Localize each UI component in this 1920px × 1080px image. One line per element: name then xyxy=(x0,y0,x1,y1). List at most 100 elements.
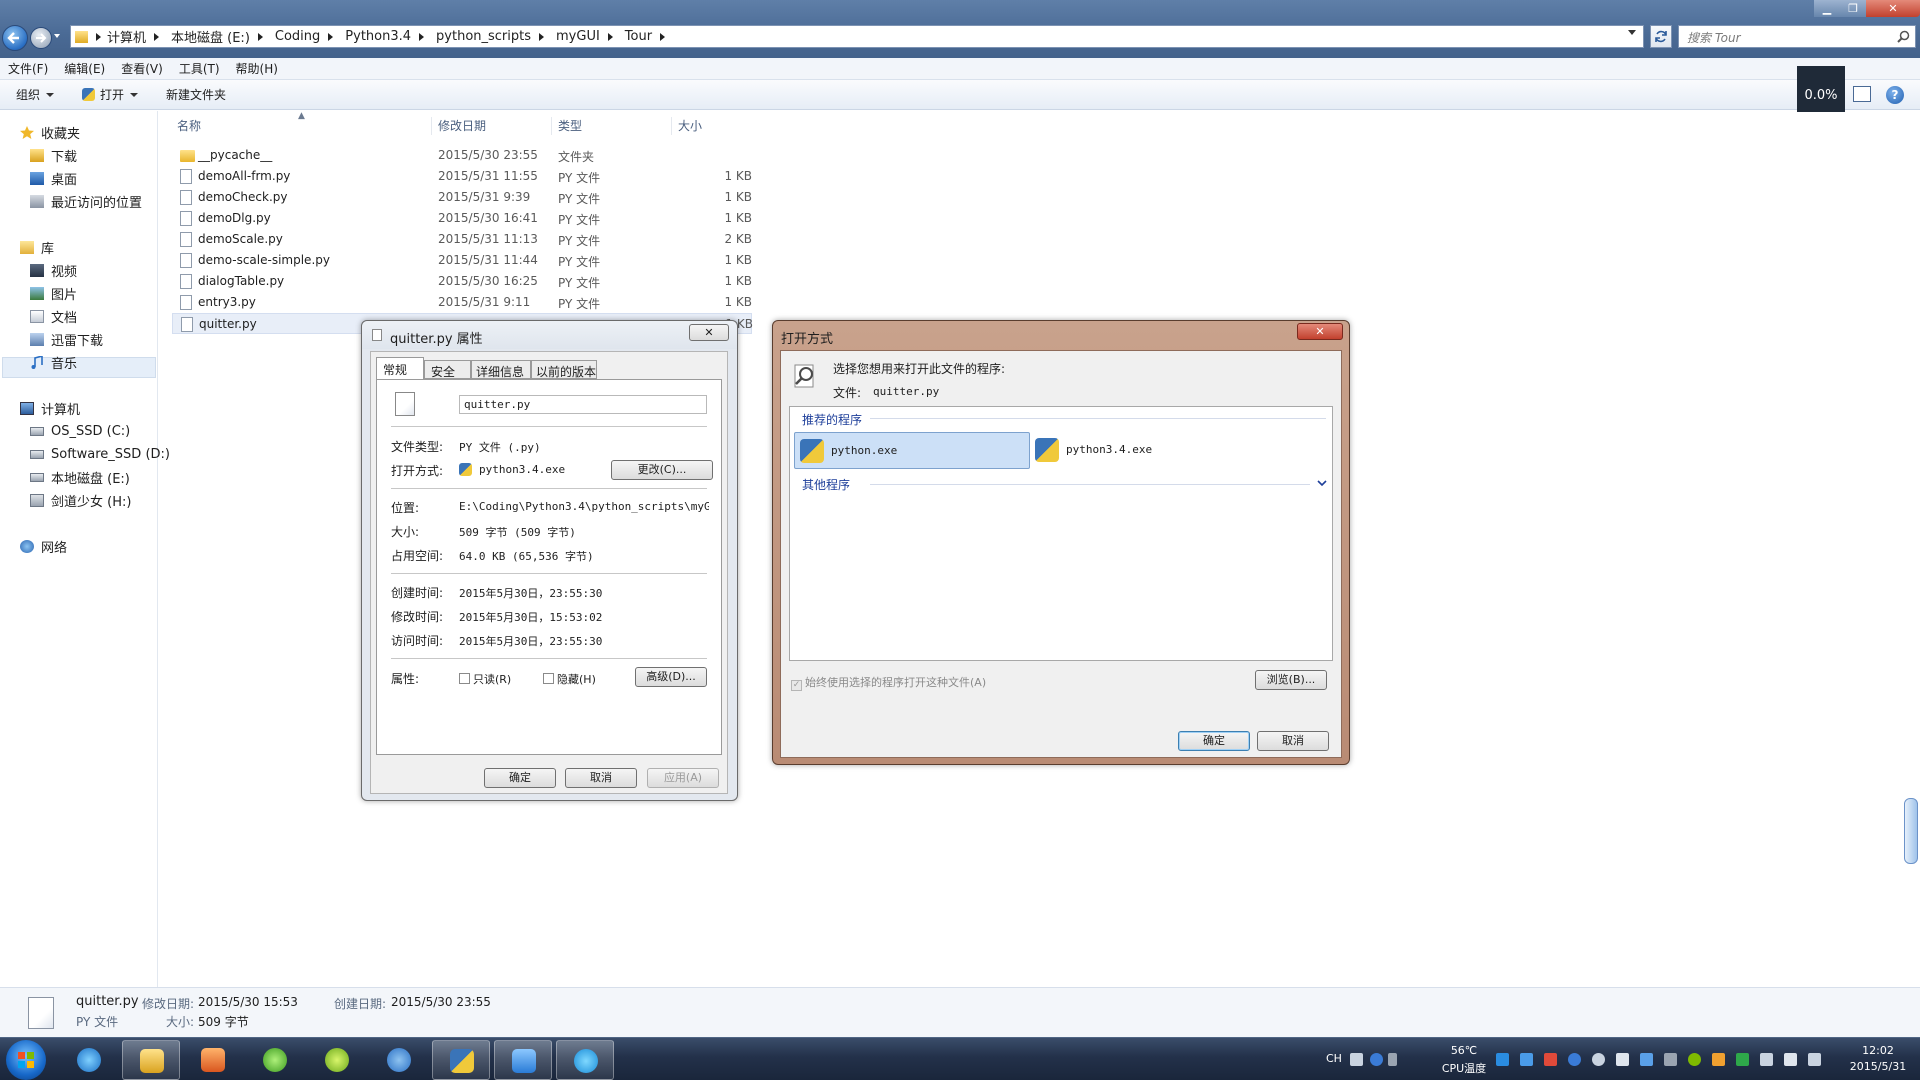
column-size[interactable]: 大小 xyxy=(671,117,751,135)
taskbar-ie[interactable] xyxy=(60,1040,118,1080)
breadcrumb-item[interactable]: python_scripts xyxy=(430,26,550,47)
history-dropdown-icon[interactable] xyxy=(54,34,60,38)
nav-music[interactable]: 音乐 xyxy=(30,352,77,372)
nav-network[interactable]: 网络 xyxy=(20,536,67,556)
file-row[interactable]: entry3.py 2015/5/31 9:11 PY 文件 1 KB xyxy=(172,292,752,313)
nav-libraries[interactable]: 库 xyxy=(20,237,54,257)
program-python[interactable]: python.exe xyxy=(794,432,1030,469)
menu-tools[interactable]: 工具(T) xyxy=(179,60,220,77)
close-button[interactable]: ✕ xyxy=(1866,0,1920,17)
breadcrumb-item[interactable]: Python3.4 xyxy=(339,26,430,47)
language-indicator[interactable]: CH xyxy=(1326,1052,1342,1065)
refresh-button[interactable] xyxy=(1650,25,1672,48)
tray-app-icon[interactable] xyxy=(1496,1053,1509,1066)
breadcrumb-item[interactable]: 本地磁盘 (E:) xyxy=(165,26,269,47)
tray-app-icon[interactable] xyxy=(1688,1053,1701,1066)
start-button[interactable] xyxy=(6,1040,46,1080)
volume-icon[interactable] xyxy=(1784,1053,1797,1066)
maximize-button[interactable]: ❐ xyxy=(1840,0,1866,17)
taskbar-media-player[interactable] xyxy=(184,1040,242,1080)
taskbar-python[interactable] xyxy=(432,1040,490,1080)
file-row[interactable]: demoDlg.py 2015/5/30 16:41 PY 文件 1 KB xyxy=(172,208,752,229)
readonly-checkbox[interactable]: 只读(R) xyxy=(459,671,511,687)
address-dropdown-icon[interactable] xyxy=(1628,30,1636,35)
nav-videos[interactable]: 视频 xyxy=(30,260,77,280)
taskbar-search[interactable] xyxy=(370,1040,428,1080)
file-row[interactable]: demoAll-frm.py 2015/5/31 11:55 PY 文件 1 KB xyxy=(172,166,752,187)
search-input[interactable]: 搜索 Tour xyxy=(1678,25,1916,48)
breadcrumb-item[interactable]: myGUI xyxy=(550,26,619,47)
nav-recent[interactable]: 最近访问的位置 xyxy=(30,191,142,211)
file-row[interactable]: demoCheck.py 2015/5/31 9:39 PY 文件 1 KB xyxy=(172,187,752,208)
open-button[interactable]: 打开 xyxy=(82,86,139,103)
tray-app-icon[interactable] xyxy=(1544,1053,1557,1066)
back-button[interactable] xyxy=(2,25,28,51)
keyboard-icon[interactable] xyxy=(1350,1053,1363,1066)
taskbar-browser[interactable] xyxy=(556,1040,614,1080)
menu-help[interactable]: 帮助(H) xyxy=(236,60,278,77)
ok-button[interactable]: 确定 xyxy=(484,768,556,788)
tray-app-icon[interactable] xyxy=(1664,1053,1677,1066)
nav-thunder[interactable]: 迅雷下载 xyxy=(30,329,103,349)
address-field[interactable]: 计算机 本地磁盘 (E:) Coding Python3.4 python_sc… xyxy=(70,25,1644,48)
taskbar-sync[interactable] xyxy=(246,1040,304,1080)
menu-file[interactable]: 文件(F) xyxy=(8,60,48,77)
filename-field[interactable]: quitter.py xyxy=(459,395,707,414)
menu-view[interactable]: 查看(V) xyxy=(121,60,163,77)
change-button[interactable]: 更改(C)... xyxy=(611,460,713,480)
advanced-button[interactable]: 高级(D)... xyxy=(635,667,707,687)
column-type[interactable]: 类型 xyxy=(551,117,671,135)
nav-pictures[interactable]: 图片 xyxy=(30,283,77,303)
clock-time[interactable]: 12:02 xyxy=(1848,1044,1908,1057)
chevron-down-icon[interactable] xyxy=(1317,478,1327,488)
preview-pane-icon[interactable] xyxy=(1853,86,1871,102)
file-row[interactable]: __pycache__ 2015/5/30 23:55 文件夹 xyxy=(172,145,752,166)
close-button[interactable]: ✕ xyxy=(689,324,729,341)
program-python34[interactable]: python3.4.exe xyxy=(1030,432,1266,469)
tray-app-icon[interactable] xyxy=(1616,1053,1629,1066)
menu-edit[interactable]: 编辑(E) xyxy=(64,60,105,77)
file-row[interactable]: dialogTable.py 2015/5/30 16:25 PY 文件 1 KB xyxy=(172,271,752,292)
nav-documents[interactable]: 文档 xyxy=(30,306,77,326)
nav-drive-d[interactable]: Software_SSD (D:) xyxy=(30,444,170,464)
nav-desktop[interactable]: 桌面 xyxy=(30,168,77,188)
other-programs-heading[interactable]: 其他程序 xyxy=(802,476,850,493)
taskbar-video-player[interactable] xyxy=(308,1040,366,1080)
minimize-button[interactable]: ▁ xyxy=(1814,0,1840,17)
cancel-button[interactable]: 取消 xyxy=(1257,731,1329,751)
tray-app-icon[interactable] xyxy=(1640,1053,1653,1066)
apply-button[interactable]: 应用(A) xyxy=(647,768,719,788)
power-icon[interactable] xyxy=(1808,1053,1821,1066)
clock-date[interactable]: 2015/5/31 xyxy=(1840,1060,1916,1073)
taskbar-explorer[interactable] xyxy=(122,1040,180,1080)
new-folder-button[interactable]: 新建文件夹 xyxy=(166,86,226,103)
always-use-checkbox[interactable]: ✓ 始终使用选择的程序打开这种文件(A) xyxy=(791,674,986,691)
nav-computer[interactable]: 计算机 xyxy=(20,398,80,418)
network-signal-icon[interactable] xyxy=(1760,1053,1773,1066)
shield-icon[interactable] xyxy=(1712,1053,1725,1066)
tray-app-icon[interactable] xyxy=(1592,1053,1605,1066)
organize-button[interactable]: 组织 xyxy=(16,86,55,103)
tab-previous-versions[interactable]: 以前的版本 xyxy=(531,360,597,379)
file-row[interactable]: demoScale.py 2015/5/31 11:13 PY 文件 2 KB xyxy=(172,229,752,250)
nav-downloads[interactable]: 下载 xyxy=(30,145,77,165)
ok-button[interactable]: 确定 xyxy=(1178,731,1250,751)
cancel-button[interactable]: 取消 xyxy=(565,768,637,788)
breadcrumb-item[interactable]: Coding xyxy=(269,26,339,47)
nav-drive-c[interactable]: OS_SSD (C:) xyxy=(30,421,130,441)
tray-app-icon[interactable] xyxy=(1520,1053,1533,1066)
nav-drive-e[interactable]: 本地磁盘 (E:) xyxy=(30,467,130,487)
tab-security[interactable]: 安全 xyxy=(424,360,471,379)
tray-app-icon[interactable] xyxy=(1568,1053,1581,1066)
browse-button[interactable]: 浏览(B)... xyxy=(1255,670,1327,690)
settings-icon[interactable] xyxy=(1388,1053,1397,1066)
tray-app-icon[interactable] xyxy=(1736,1053,1749,1066)
tab-details[interactable]: 详细信息 xyxy=(471,360,531,379)
column-date[interactable]: 修改日期 xyxy=(431,117,551,135)
close-button[interactable]: ✕ xyxy=(1297,323,1343,340)
nav-drive-h[interactable]: 剑道少女 (H:) xyxy=(30,490,131,510)
side-gadget[interactable] xyxy=(1904,798,1918,864)
forward-button[interactable] xyxy=(30,27,52,49)
hidden-checkbox[interactable]: 隐藏(H) xyxy=(543,671,596,687)
file-row[interactable]: demo-scale-simple.py 2015/5/31 11:44 PY 文件… xyxy=(172,250,752,271)
